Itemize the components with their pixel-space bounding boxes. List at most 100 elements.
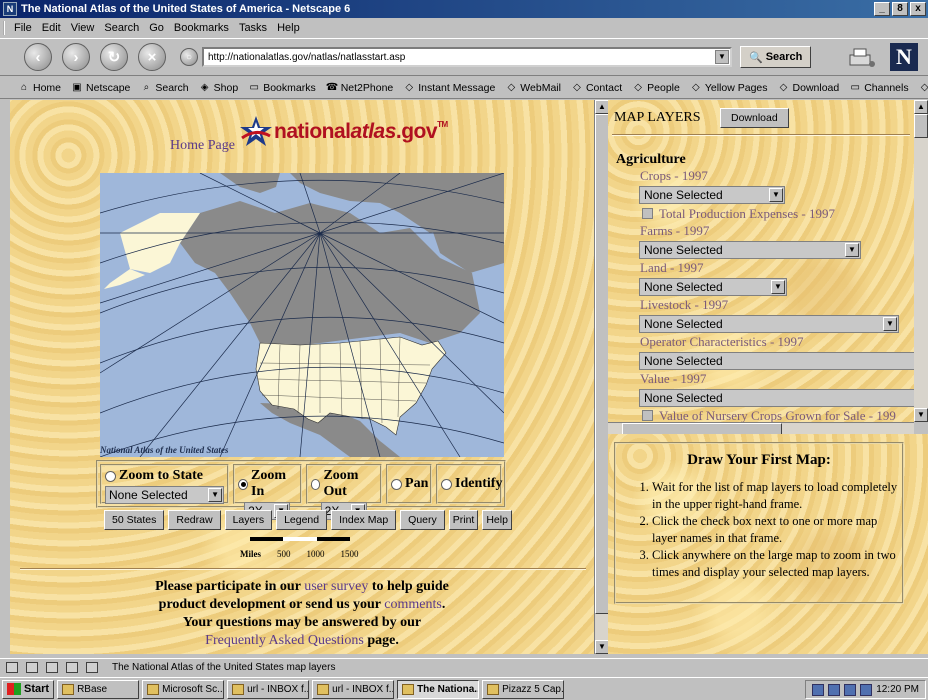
personal-toolbar-item-webmail[interactable]: ◇ WebMail	[505, 82, 561, 94]
layer-select-value: None Selected	[644, 243, 723, 257]
user-survey-link[interactable]: user survey	[304, 579, 368, 594]
layers-scrollbar[interactable]: ▲ ▼	[914, 100, 928, 422]
help-button[interactable]: Help	[482, 510, 512, 530]
personal-toolbar-item-home[interactable]: ⌂ Home	[18, 82, 61, 94]
index-map-button[interactable]: Index Map	[331, 510, 397, 530]
identify-radio[interactable]	[441, 478, 453, 490]
layer-select-value-1997[interactable]: None Selected	[639, 389, 914, 407]
comments-link[interactable]: comments	[384, 597, 442, 612]
start-button[interactable]: Start	[2, 679, 55, 699]
tray-icon[interactable]	[844, 683, 857, 696]
taskbar-item-active[interactable]: The Nationa...	[397, 679, 480, 699]
navigation-toolbar: ‹ › ↻ × ○ http://nationalatlas.gov/natla…	[0, 38, 928, 76]
scroll-thumb[interactable]	[595, 114, 609, 614]
download-button[interactable]: Download	[720, 108, 789, 128]
personal-toolbar-item-memb[interactable]: ◇Memb	[919, 82, 928, 94]
redraw-button[interactable]: Redraw	[168, 510, 221, 530]
taskbar-item[interactable]: url - INBOX f...	[312, 679, 395, 699]
composer-icon[interactable]	[66, 662, 78, 673]
tray-icon[interactable]	[860, 683, 873, 696]
layer-checkbox-label: Total Production Expenses - 1997	[659, 206, 836, 221]
home-page-link[interactable]: Home Page	[170, 138, 235, 154]
main-frame-scrollbar[interactable]: ▲ ▼	[594, 100, 609, 654]
zoom-in-radio[interactable]	[238, 478, 249, 490]
taskbar-item[interactable]: Pizazz 5 Cap...	[482, 679, 565, 699]
layer-select-land[interactable]: None Selected ▼	[639, 278, 787, 296]
forward-button[interactable]: ›	[62, 43, 90, 71]
personal-toolbar-item-instant-message[interactable]: ◇ Instant Message	[403, 82, 495, 94]
instant-message-icon[interactable]	[46, 662, 58, 673]
tray-icon[interactable]	[812, 683, 825, 696]
netscape-logo[interactable]: N	[890, 43, 918, 71]
mail-icon[interactable]	[26, 662, 38, 673]
layer-select-operator[interactable]: None Selected	[639, 352, 914, 370]
folder-icon: ▭	[249, 82, 259, 93]
taskbar-item-label: Pizazz 5 Cap...	[502, 683, 565, 695]
menu-search[interactable]: Search	[104, 22, 139, 34]
pan-radio[interactable]	[391, 478, 403, 490]
scroll-down-icon[interactable]: ▼	[595, 640, 609, 654]
search-button[interactable]: 🔍 Search	[740, 46, 812, 68]
zoom-to-state-radio[interactable]	[105, 470, 116, 482]
reload-button[interactable]: ↻	[100, 43, 128, 71]
faq-link[interactable]: Frequently Asked Questions	[205, 633, 364, 648]
personal-toolbar-item-netscape[interactable]: ▣ Netscape	[71, 82, 130, 94]
personal-toolbar-item-shop[interactable]: ◈ Shop	[199, 82, 238, 94]
toolbar-grip[interactable]	[3, 21, 9, 35]
menu-view[interactable]: View	[71, 22, 95, 34]
taskbar-item[interactable]: RBase	[57, 679, 140, 699]
personal-toolbar-item-contact[interactable]: ◇ Contact	[571, 82, 622, 94]
stop-button[interactable]: ×	[138, 43, 166, 71]
print-button[interactable]: Print	[448, 510, 479, 530]
close-button[interactable]: x	[910, 2, 926, 16]
national-atlas-logo[interactable]: nationalatlas.govTM	[238, 114, 448, 150]
logo-trademark: TM	[437, 120, 448, 129]
minimize-button[interactable]: _	[874, 2, 890, 16]
menu-bookmarks[interactable]: Bookmarks	[174, 22, 229, 34]
menu-file[interactable]: File	[14, 22, 32, 34]
scroll-thumb[interactable]	[914, 114, 928, 138]
layer-checkbox[interactable]	[642, 208, 653, 219]
personal-toolbar-item-bookmarks[interactable]: ▭ Bookmarks	[248, 82, 315, 94]
scroll-up-icon[interactable]: ▲	[595, 100, 609, 114]
personal-toolbar-item-people[interactable]: ◇ People	[632, 82, 680, 94]
personal-toolbar-item-search[interactable]: ⌕ Search	[140, 82, 189, 94]
zoom-out-radio[interactable]	[310, 478, 321, 490]
personal-toolbar-item-net2phone[interactable]: ☎ Net2Phone	[326, 82, 394, 94]
clock[interactable]: 12:20 PM	[876, 684, 919, 695]
state-select[interactable]: None Selected ▼	[105, 486, 225, 504]
personal-toolbar-item-yellow-pages[interactable]: ◇ Yellow Pages	[690, 82, 768, 94]
maximize-button[interactable]: 8	[892, 2, 908, 16]
layers-button[interactable]: Layers	[224, 510, 273, 530]
query-button[interactable]: Query	[400, 510, 445, 530]
scroll-up-icon[interactable]: ▲	[914, 100, 928, 114]
menu-tasks[interactable]: Tasks	[239, 22, 267, 34]
back-button[interactable]: ‹	[24, 43, 52, 71]
atlas-map[interactable]	[100, 173, 504, 457]
print-icon[interactable]	[848, 47, 876, 69]
taskbar-item[interactable]: Microsoft Sc...	[142, 679, 225, 699]
url-bar[interactable]: http://nationalatlas.gov/natlas/natlasst…	[202, 47, 732, 67]
layer-select-value: None Selected	[644, 280, 723, 294]
personal-toolbar-item-channels[interactable]: ▭ Channels	[849, 82, 908, 94]
tray-icon[interactable]	[828, 683, 841, 696]
fifty-states-button[interactable]: 50 States	[104, 510, 165, 530]
step-item: Click the check box next to one or more …	[652, 513, 902, 547]
layer-checkbox[interactable]	[642, 410, 653, 421]
layers-hscrollbar[interactable]	[608, 422, 914, 435]
layer-select-farms[interactable]: None Selected ▼	[639, 241, 861, 259]
navigator-icon[interactable]	[6, 662, 18, 673]
scale-bar	[250, 537, 350, 541]
menu-help[interactable]: Help	[277, 22, 300, 34]
netscape-icon: N	[3, 2, 17, 16]
menu-edit[interactable]: Edit	[42, 22, 61, 34]
address-book-icon[interactable]	[86, 662, 98, 673]
taskbar-item[interactable]: url - INBOX f...	[227, 679, 310, 699]
personal-toolbar-item-download[interactable]: ◇ Download	[778, 82, 840, 94]
url-dropdown-icon[interactable]: ▼	[715, 50, 729, 64]
layer-select-crops[interactable]: None Selected ▼	[639, 186, 785, 204]
layer-select-livestock[interactable]: None Selected ▼	[639, 315, 899, 333]
legend-button[interactable]: Legend	[276, 510, 328, 530]
scroll-down-icon[interactable]: ▼	[914, 408, 928, 422]
menu-go[interactable]: Go	[149, 22, 164, 34]
